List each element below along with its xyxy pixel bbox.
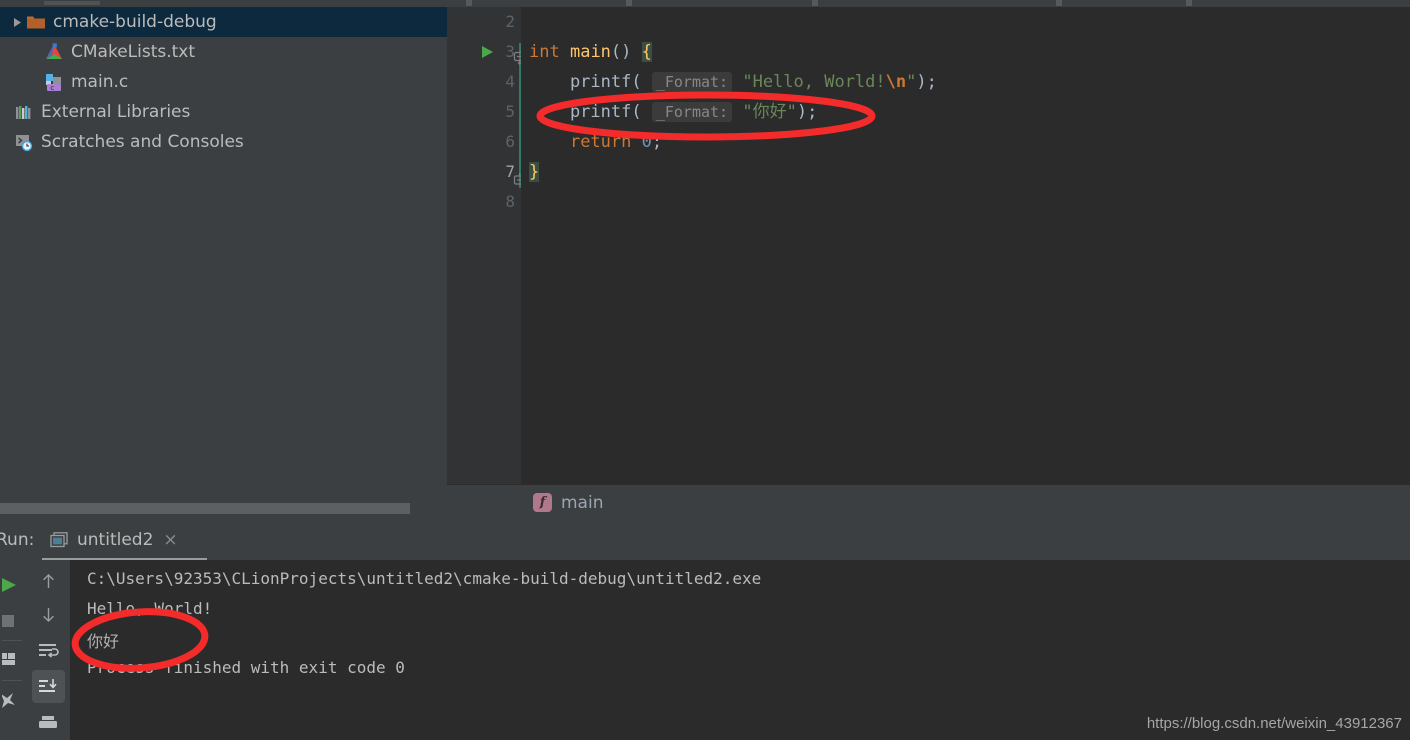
console-line-hello: Hello, World! — [87, 599, 213, 618]
tree-item-label: External Libraries — [41, 101, 191, 122]
run-tool-header: Run: untitled2 × — [0, 520, 1410, 560]
scratches-icon — [14, 132, 34, 152]
svg-text:c: c — [50, 84, 54, 92]
scroll-up-button[interactable] — [32, 565, 65, 598]
code-line-6: return 0; — [529, 127, 1410, 157]
tree-item-main-c[interactable]: c main.c — [0, 67, 447, 97]
run-tab-label: untitled2 — [77, 530, 154, 550]
console-line-exit: Process finished with exit code 0 — [87, 658, 405, 677]
soft-wrap-button[interactable] — [32, 634, 65, 667]
console-line-path: C:\Users\92353\CLionProjects\untitled2\c… — [87, 569, 762, 588]
tree-item-label: cmake-build-debug — [53, 11, 217, 32]
token-string: "Hello, World! — [742, 72, 886, 92]
breadcrumb-label[interactable]: main — [561, 493, 603, 513]
token-brace-matched-close: } — [529, 162, 540, 182]
function-icon: f — [533, 493, 552, 512]
libraries-icon — [14, 102, 34, 122]
tree-item-cmake-build-debug[interactable]: cmake-build-debug — [0, 7, 447, 37]
console-window-icon — [50, 532, 68, 548]
code-line-5: printf( _Format: "你好"); — [529, 97, 1410, 127]
token-brace-matched: { — [641, 42, 652, 62]
tree-item-label: CMakeLists.txt — [71, 41, 196, 62]
cmake-file-icon — [44, 42, 64, 62]
close-icon[interactable]: × — [163, 531, 177, 549]
code-line-3: int main() { — [529, 37, 1410, 67]
folder-icon — [26, 12, 46, 32]
tree-item-label: Scratches and Consoles — [41, 131, 244, 152]
line-number: 2 — [505, 12, 515, 31]
run-controls-toolbar — [0, 560, 26, 740]
console-toolbar — [27, 560, 70, 740]
console-line-chinese: 你好 — [87, 632, 120, 651]
token-punct: ); — [916, 72, 937, 92]
tree-item-cmakelists[interactable]: CMakeLists.txt — [0, 37, 447, 67]
token-keyword: int — [529, 42, 560, 62]
token-punct: () — [610, 42, 642, 62]
layout-button[interactable] — [0, 646, 26, 672]
tree-item-label: main.c — [71, 71, 129, 92]
token-call: printf( — [529, 102, 642, 122]
code-text-area[interactable]: int main() { printf( _Format: "Hello, Wo… — [521, 7, 1410, 484]
token-punct: ; — [651, 132, 663, 152]
token-keyword-return: return — [569, 132, 632, 152]
editor-gutter[interactable]: 2 3 4 5 6 7 8 — [447, 7, 521, 484]
code-line-7: } — [529, 157, 1410, 187]
inlay-hint-format[interactable]: _Format: — [651, 72, 733, 92]
rerun-button[interactable] — [0, 572, 26, 598]
scroll-down-button[interactable] — [32, 598, 65, 631]
scroll-to-end-button[interactable] — [32, 670, 65, 703]
pin-button[interactable] — [0, 688, 26, 714]
inlay-hint-format[interactable]: _Format: — [651, 102, 733, 122]
token-string-end: " — [906, 72, 917, 92]
token-string-chinese: "你好" — [742, 102, 797, 122]
line-number: 6 — [505, 132, 515, 151]
run-gutter-icon[interactable] — [479, 37, 495, 67]
tree-item-external-libraries[interactable]: External Libraries — [0, 97, 447, 127]
stop-button[interactable] — [0, 608, 26, 634]
tree-item-scratches[interactable]: Scratches and Consoles — [0, 127, 447, 157]
c-file-icon: c — [44, 72, 64, 92]
project-tree-panel: cmake-build-debug CMakeLists.txt c main.… — [0, 7, 447, 497]
toolbar-row-sliver — [0, 0, 1410, 7]
token-function: main — [569, 42, 611, 62]
token-number: 0 — [641, 132, 652, 152]
project-tree-hscrollbar[interactable] — [0, 503, 410, 514]
code-line-4: printf( _Format: "Hello, World!\n"); — [529, 67, 1410, 97]
token-call: printf( — [529, 72, 642, 92]
breadcrumb[interactable]: f main — [447, 484, 1410, 520]
watermark-text: https://blog.csdn.net/weixin_43912367 — [1146, 715, 1402, 732]
token-punct: ); — [796, 102, 818, 122]
run-tool-title: Run: — [0, 530, 35, 550]
console-output[interactable]: C:\Users\92353\CLionProjects\untitled2\c… — [70, 560, 1410, 740]
line-number: 5 — [505, 102, 515, 121]
run-tab-untitled2[interactable]: untitled2 × — [42, 520, 186, 560]
print-button[interactable] — [32, 708, 65, 740]
token-escape: \n — [885, 72, 907, 92]
chevron-right-icon[interactable] — [8, 7, 26, 37]
clion-window: cmake-build-debug CMakeLists.txt c main.… — [0, 0, 1410, 740]
run-tool-window: Run: untitled2 × C:\Users\92353\CLionPro… — [0, 520, 1410, 740]
code-editor[interactable]: 2 3 4 5 6 7 8 int main() {printf(_Form… — [447, 7, 1410, 484]
